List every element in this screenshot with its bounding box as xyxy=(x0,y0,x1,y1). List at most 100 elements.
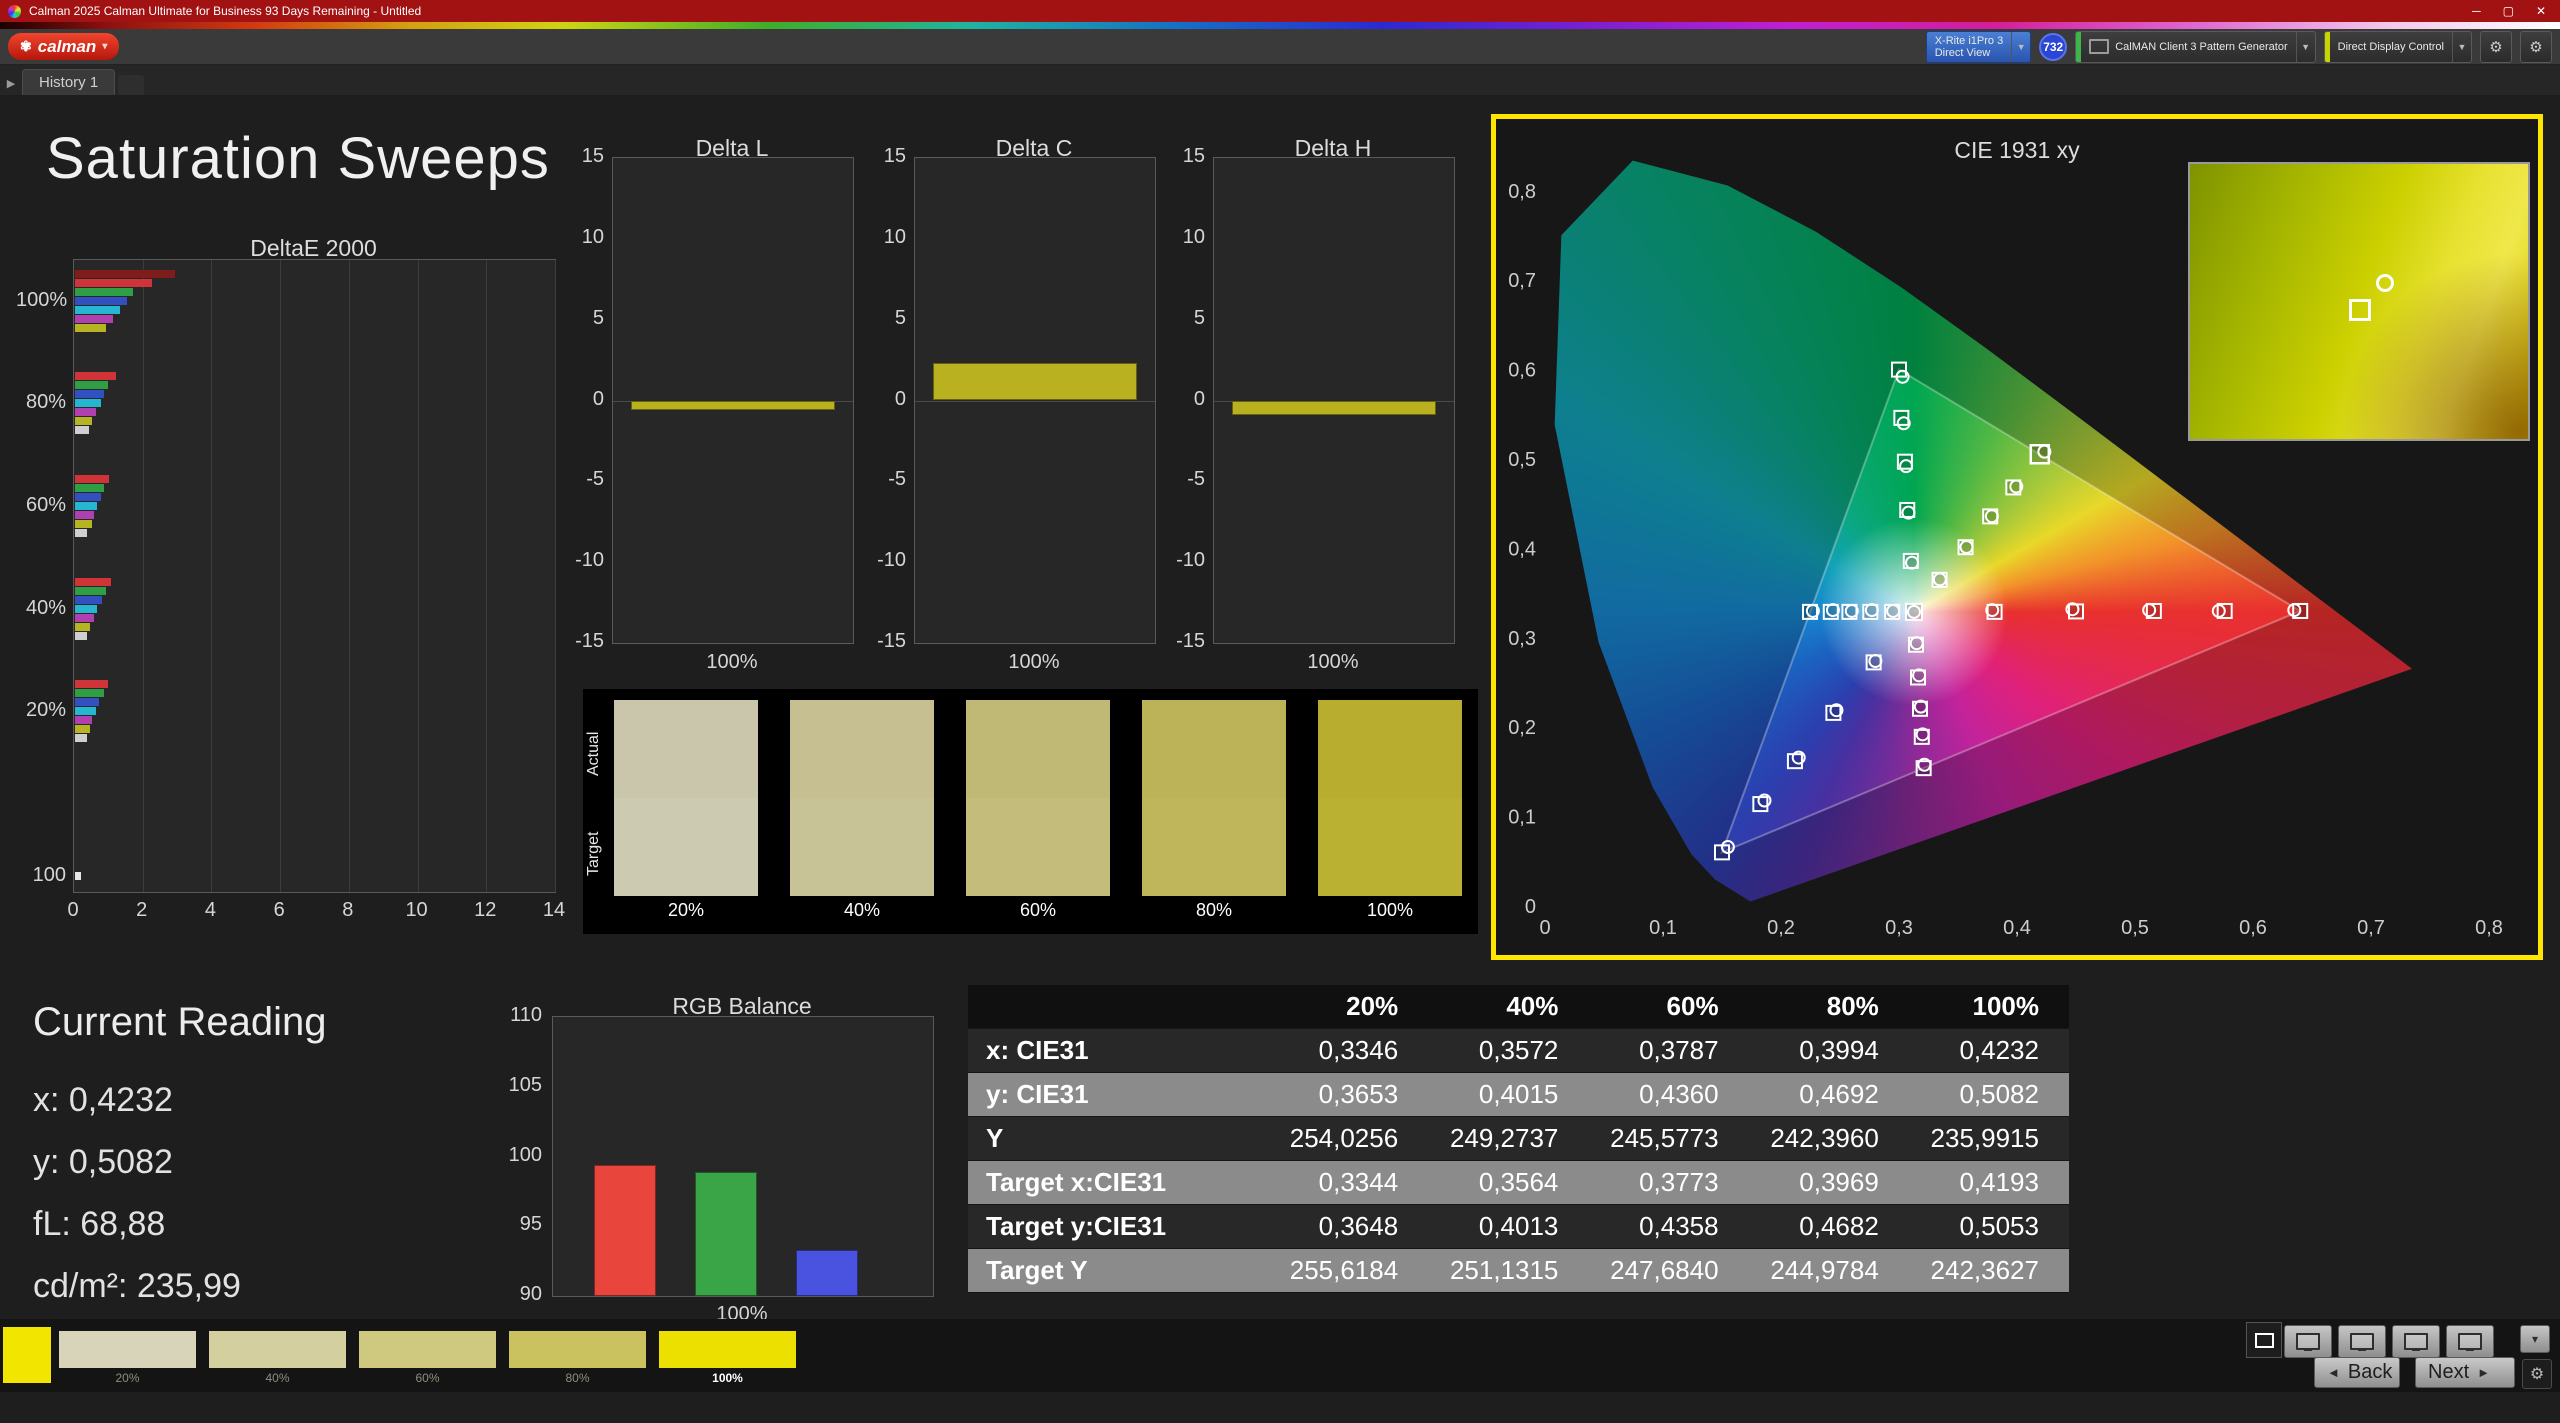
swatch-percent-label: 80% xyxy=(1195,900,1233,920)
meter-count-badge: 732 xyxy=(2039,32,2068,61)
chevron-down-icon[interactable]: ▼ xyxy=(2295,31,2315,62)
delta-l-chart: Delta L 100% 15 10 5 0 -5 -10 -15 xyxy=(562,135,854,680)
y-tick-label: 15 xyxy=(1182,145,1205,167)
calman-app: { "window": { "title": "Calman 2025 Calm… xyxy=(0,0,2560,1392)
gridline xyxy=(280,260,282,892)
deltae-bar xyxy=(75,306,120,314)
pattern-swatch-button[interactable]: 20% xyxy=(59,1331,196,1385)
red-bar xyxy=(594,1164,656,1296)
deltae-bar xyxy=(75,689,105,697)
meter-name: X-Rite i1Pro 3 xyxy=(1934,34,2004,47)
y-tick-label: 90 xyxy=(519,1283,542,1305)
table-cell: 0,3994 xyxy=(1799,1035,1879,1065)
y-tick-label: 0,8 xyxy=(1508,181,1536,203)
maximize-button[interactable]: ▢ xyxy=(2503,4,2514,18)
pattern-swatch-button[interactable]: 80% xyxy=(509,1331,646,1385)
meter-button[interactable]: X-Rite i1Pro 3 Direct View ▼ xyxy=(1925,30,2032,63)
delta-l-bar xyxy=(631,400,835,411)
meter-tool-button[interactable] xyxy=(2284,1325,2332,1358)
expand-panel-button[interactable]: ▶ xyxy=(0,71,22,95)
deltae-bar xyxy=(75,381,108,389)
table-cell: 254,0256 xyxy=(1289,1123,1399,1153)
inset-measured-circle xyxy=(2375,274,2394,292)
table-cell: 0,3787 xyxy=(1639,1035,1719,1065)
deltae-bar xyxy=(75,734,88,742)
next-label: Next xyxy=(2428,1361,2470,1383)
calman-menu-button[interactable]: ✾ calman ▾ xyxy=(8,33,120,60)
actual-swatch xyxy=(1318,700,1462,798)
red-target-square xyxy=(2068,603,2084,620)
save-tool-button[interactable] xyxy=(2338,1325,2386,1358)
pattern-swatch-button[interactable]: 40% xyxy=(209,1331,346,1385)
column-header: 20% xyxy=(1346,991,1399,1021)
table-cell: 0,5053 xyxy=(1959,1211,2039,1241)
chevron-down-icon[interactable]: ▼ xyxy=(2452,31,2471,62)
strip-row-label: Actual xyxy=(585,731,602,777)
table-row: y: CIE31 0,3653 0,4015 0,4360 0,4692 0,5082 xyxy=(968,1073,2069,1117)
table-row: x: CIE31 0,3346 0,3572 0,3787 0,3994 0,4232 xyxy=(968,1029,2069,1073)
delta-c-chart: Delta C 100% 15 10 5 0 -5 -10 -15 xyxy=(864,135,1156,680)
new-tab-stub[interactable] xyxy=(118,75,145,95)
deltae-bar xyxy=(75,725,91,733)
actual-swatch xyxy=(614,700,758,798)
calman-logo-text: calman xyxy=(37,36,97,56)
y-tick-label: 95 xyxy=(519,1213,542,1236)
monitor-icon xyxy=(2458,1333,2482,1351)
settings-button[interactable]: ⚙ xyxy=(2480,30,2512,63)
pattern-swatch-button[interactable]: 60% xyxy=(359,1331,496,1385)
pattern-window-button[interactable] xyxy=(2246,1322,2282,1358)
table-cell: 0,4692 xyxy=(1799,1079,1879,1109)
workflow-settings-button[interactable]: ⚙ xyxy=(2520,30,2552,63)
swatch-percent-label: 20% xyxy=(667,900,705,920)
x-tick-label: 0,2 xyxy=(1767,917,1795,939)
pattern-generator-button[interactable]: CalMAN Client 3 Pattern Generator ▼ xyxy=(2075,30,2316,63)
swatch-label: 40% xyxy=(265,1371,290,1385)
gridline xyxy=(417,260,419,892)
chevron-down-icon: ▾ xyxy=(102,41,108,52)
pattern-swatch-button[interactable]: 100% xyxy=(659,1331,796,1385)
column-header: 100% xyxy=(1972,991,2039,1021)
next-button[interactable]: Next ► xyxy=(2415,1357,2515,1388)
y-tick-label: 15 xyxy=(883,145,906,167)
table-cell: 0,3572 xyxy=(1478,1035,1559,1065)
back-label: Back xyxy=(2347,1361,2393,1383)
nav-settings-button[interactable]: ⚙ xyxy=(2522,1359,2552,1389)
x-tick-label: 0,7 xyxy=(2357,917,2385,939)
deltae-bar xyxy=(75,324,106,332)
tab-history-1[interactable]: History 1 xyxy=(22,69,116,95)
gridline xyxy=(555,260,556,892)
chevron-down-icon[interactable]: ▼ xyxy=(2011,31,2030,62)
swatch-percent-label: 100% xyxy=(1366,900,1414,920)
y-tick-label: 15 xyxy=(581,145,604,167)
y-group-label: 20% xyxy=(25,698,66,721)
display-control-label: Direct Display Control xyxy=(2337,40,2444,53)
y-tick-label: -10 xyxy=(877,549,906,572)
actual-target-swatch-strip: Actual Target 20% 40% 60% 80% 100% xyxy=(583,689,1478,934)
deltae-bar xyxy=(75,279,153,287)
display-control-button[interactable]: Direct Display Control ▼ xyxy=(2323,30,2472,63)
minimize-button[interactable]: ─ xyxy=(2472,4,2481,18)
main-content: Saturation Sweeps DeltaE 2000 0 2 4 6 8 10 12 1… xyxy=(0,95,2560,1325)
meter-mode: Direct View xyxy=(1934,46,1991,59)
sweep-swatch xyxy=(1318,700,1462,896)
pattern-display-button[interactable] xyxy=(2446,1325,2494,1358)
strip-row-label: Target xyxy=(585,831,602,877)
x-tick-label: 8 xyxy=(342,899,354,921)
delta-c-xlabel: 100% xyxy=(1008,651,1060,673)
tabbar: ▶ History 1 xyxy=(0,65,2560,95)
delta-h-bar xyxy=(1232,400,1436,416)
deltae-bar xyxy=(75,288,134,296)
swatch-color xyxy=(659,1331,796,1368)
gridline xyxy=(486,260,488,892)
close-button[interactable]: ✕ xyxy=(2536,4,2546,18)
target-swatch xyxy=(1318,798,1462,896)
page-options-button[interactable]: ▾ xyxy=(2520,1325,2550,1353)
deltae-bar xyxy=(75,426,89,434)
y-tick-label: 5 xyxy=(894,306,906,329)
y-tick-label: 10 xyxy=(883,225,906,248)
display-tool-button[interactable] xyxy=(2392,1325,2440,1358)
gridline xyxy=(348,260,350,892)
y-tick-label: -15 xyxy=(1176,630,1205,652)
tab-label: History 1 xyxy=(39,74,99,91)
back-button[interactable]: ◄ Back xyxy=(2314,1357,2400,1388)
